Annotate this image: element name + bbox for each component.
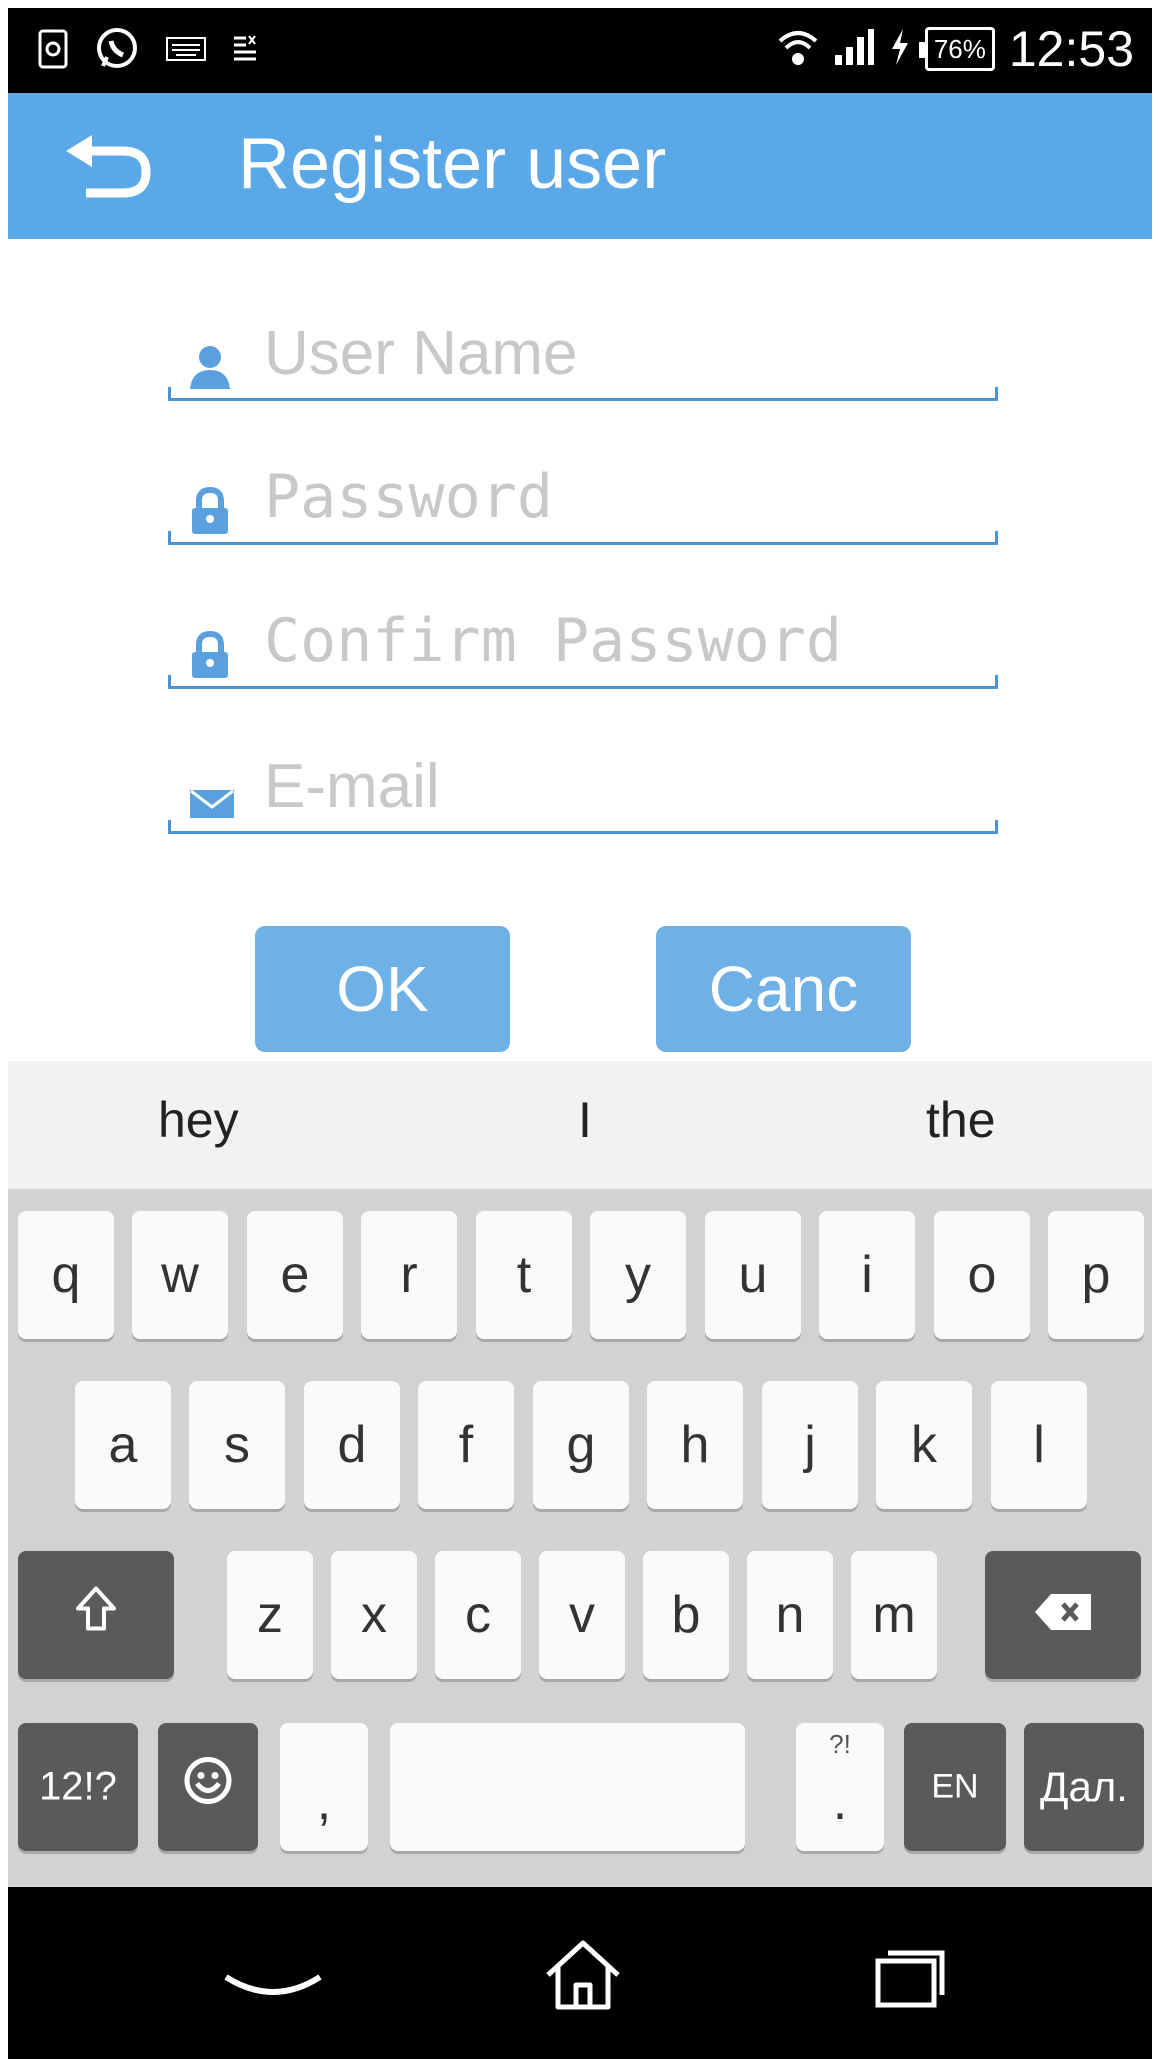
email-field[interactable]: [168, 744, 998, 834]
keyboard-icon: [166, 37, 206, 66]
status-bar: 76% 12:53: [8, 8, 1152, 93]
email-input[interactable]: [264, 746, 984, 826]
key-z[interactable]: z: [227, 1551, 313, 1679]
smiley-icon: [158, 1756, 258, 1819]
key-a[interactable]: a: [75, 1381, 171, 1509]
period-key[interactable]: ?! .: [796, 1723, 884, 1851]
key-f[interactable]: f: [418, 1381, 514, 1509]
whatsapp-icon: [94, 26, 140, 77]
space-key[interactable]: [390, 1723, 745, 1851]
username-field[interactable]: [168, 311, 998, 401]
app-bar: Register user: [8, 93, 1152, 239]
lock-icon: [188, 630, 232, 679]
key-t[interactable]: t: [476, 1211, 572, 1339]
suggestion-3[interactable]: the: [926, 1091, 996, 1149]
lock-icon: [188, 486, 232, 535]
key-m[interactable]: m: [851, 1551, 937, 1679]
key-d[interactable]: d: [304, 1381, 400, 1509]
keyboard: q w e r t y u i o p a s d f g h j k l z …: [8, 1189, 1152, 1887]
password-field[interactable]: [168, 455, 998, 545]
shift-arrow-icon: [18, 1585, 174, 1646]
key-l[interactable]: l: [991, 1381, 1087, 1509]
key-u[interactable]: u: [705, 1211, 801, 1339]
confirm-password-input[interactable]: [264, 601, 984, 681]
email-underline: [168, 820, 998, 834]
back-button[interactable]: [58, 131, 158, 201]
ok-button[interactable]: OK: [255, 926, 510, 1052]
shift-key[interactable]: [18, 1551, 174, 1679]
recents-icon[interactable]: [848, 1937, 958, 2017]
username-underline: [168, 387, 998, 401]
key-p[interactable]: p: [1048, 1211, 1144, 1339]
wifi-icon: [777, 27, 819, 72]
key-y[interactable]: y: [590, 1211, 686, 1339]
key-e[interactable]: e: [247, 1211, 343, 1339]
confirm-password-underline: [168, 675, 998, 689]
password-input[interactable]: [264, 457, 984, 537]
key-o[interactable]: o: [934, 1211, 1030, 1339]
key-s[interactable]: s: [189, 1381, 285, 1509]
suggestion-1[interactable]: hey: [158, 1091, 239, 1149]
backspace-icon: [985, 1585, 1141, 1645]
suggestion-strip: hey I the: [8, 1061, 1152, 1189]
key-i[interactable]: i: [819, 1211, 915, 1339]
key-r[interactable]: r: [361, 1211, 457, 1339]
suggestion-2[interactable]: I: [578, 1091, 592, 1149]
emoji-key[interactable]: [158, 1723, 258, 1851]
navigation-bar: [8, 1887, 1152, 2059]
comma-key[interactable]: ,: [280, 1723, 368, 1851]
symbols-key[interactable]: 12!?: [18, 1723, 138, 1851]
chevron-down-icon[interactable]: [218, 1937, 328, 2017]
key-b[interactable]: b: [643, 1551, 729, 1679]
key-h[interactable]: h: [647, 1381, 743, 1509]
password-underline: [168, 531, 998, 545]
page-title: Register user: [238, 124, 667, 204]
username-input[interactable]: [264, 313, 984, 393]
backspace-key[interactable]: [985, 1551, 1141, 1679]
charging-icon: [889, 27, 911, 72]
input-method-icon: [232, 34, 258, 69]
key-w[interactable]: w: [132, 1211, 228, 1339]
key-k[interactable]: k: [876, 1381, 972, 1509]
user-icon: [188, 343, 232, 391]
screenshot-icon: [38, 29, 68, 74]
mail-icon: [188, 776, 234, 824]
home-icon[interactable]: [528, 1937, 638, 2017]
signal-icon: [833, 27, 875, 72]
key-g[interactable]: g: [533, 1381, 629, 1509]
key-v[interactable]: v: [539, 1551, 625, 1679]
enter-key[interactable]: Дал.: [1024, 1723, 1144, 1851]
key-c[interactable]: c: [435, 1551, 521, 1679]
key-q[interactable]: q: [18, 1211, 114, 1339]
phone-screen: 76% 12:53 Register user User Name Passwo…: [8, 8, 1152, 2059]
language-key[interactable]: EN: [904, 1723, 1006, 1851]
key-j[interactable]: j: [762, 1381, 858, 1509]
key-x[interactable]: x: [331, 1551, 417, 1679]
clock: 12:53: [1008, 21, 1134, 77]
confirm-password-field[interactable]: [168, 599, 998, 689]
key-n[interactable]: n: [747, 1551, 833, 1679]
cancel-button[interactable]: Canc: [656, 926, 911, 1052]
battery-indicator: 76%: [918, 27, 995, 71]
back-arrow-icon: [58, 135, 158, 205]
